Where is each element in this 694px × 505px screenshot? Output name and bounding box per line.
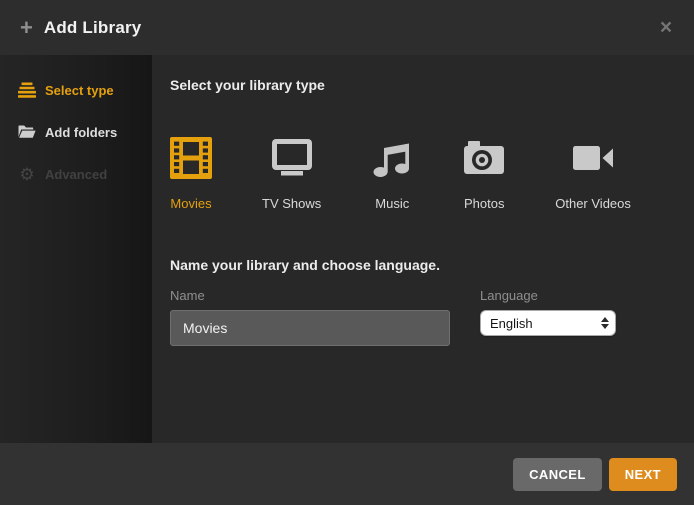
add-library-dialog: + Add Library × Select type <box>0 0 694 505</box>
sidebar-item-advanced: ⚙ Advanced <box>0 153 152 195</box>
sidebar-item-select-type[interactable]: Select type <box>0 69 152 111</box>
dialog-title: Add Library <box>44 18 142 38</box>
library-name-input[interactable] <box>170 310 450 346</box>
sidebar-item-label: Add folders <box>45 125 117 140</box>
library-type-label: Movies <box>170 196 211 211</box>
name-language-heading: Name your library and choose language. <box>170 257 674 273</box>
gear-icon: ⚙ <box>18 165 36 183</box>
close-icon[interactable]: × <box>655 17 677 39</box>
cancel-button[interactable]: CANCEL <box>513 458 602 491</box>
library-type-tv-shows[interactable]: TV Shows <box>262 137 321 211</box>
camcorder-icon <box>572 137 614 179</box>
name-field-label: Name <box>170 288 450 303</box>
film-icon <box>170 137 212 179</box>
library-type-music[interactable]: Music <box>371 137 413 211</box>
type-lines-icon <box>18 81 36 99</box>
camera-icon <box>463 137 505 179</box>
select-spinner-icon <box>601 317 609 329</box>
sidebar-item-label: Select type <box>45 83 114 98</box>
library-type-movies[interactable]: Movies <box>170 137 212 211</box>
library-type-label: Photos <box>464 196 504 211</box>
language-field-label: Language <box>480 288 616 303</box>
language-select-value: English <box>490 316 601 331</box>
library-type-label: TV Shows <box>262 196 321 211</box>
library-type-photos[interactable]: Photos <box>463 137 505 211</box>
music-note-icon <box>371 137 413 179</box>
name-field-group: Name <box>170 288 450 346</box>
plus-icon: + <box>20 17 33 39</box>
folder-open-icon <box>18 123 36 141</box>
language-select[interactable]: English <box>480 310 616 336</box>
dialog-footer: CANCEL NEXT <box>0 443 694 505</box>
select-type-panel: Select your library type <box>152 55 694 443</box>
panel-heading: Select your library type <box>170 77 674 93</box>
sidebar-item-add-folders[interactable]: Add folders <box>0 111 152 153</box>
dialog-body: Select type Add folders ⚙ Advanced Selec… <box>0 55 694 443</box>
library-type-label: Music <box>375 196 409 211</box>
sidebar-item-label: Advanced <box>45 167 107 182</box>
library-type-row: Movies TV Shows <box>170 137 674 211</box>
library-type-other-videos[interactable]: Other Videos <box>555 137 631 211</box>
dialog-header: + Add Library × <box>0 0 694 55</box>
language-field-group: Language English <box>480 288 616 336</box>
wizard-steps-sidebar: Select type Add folders ⚙ Advanced <box>0 55 152 443</box>
next-button[interactable]: NEXT <box>609 458 677 491</box>
library-type-label: Other Videos <box>555 196 631 211</box>
name-language-fields: Name Language English <box>170 288 674 346</box>
tv-icon <box>271 137 313 179</box>
